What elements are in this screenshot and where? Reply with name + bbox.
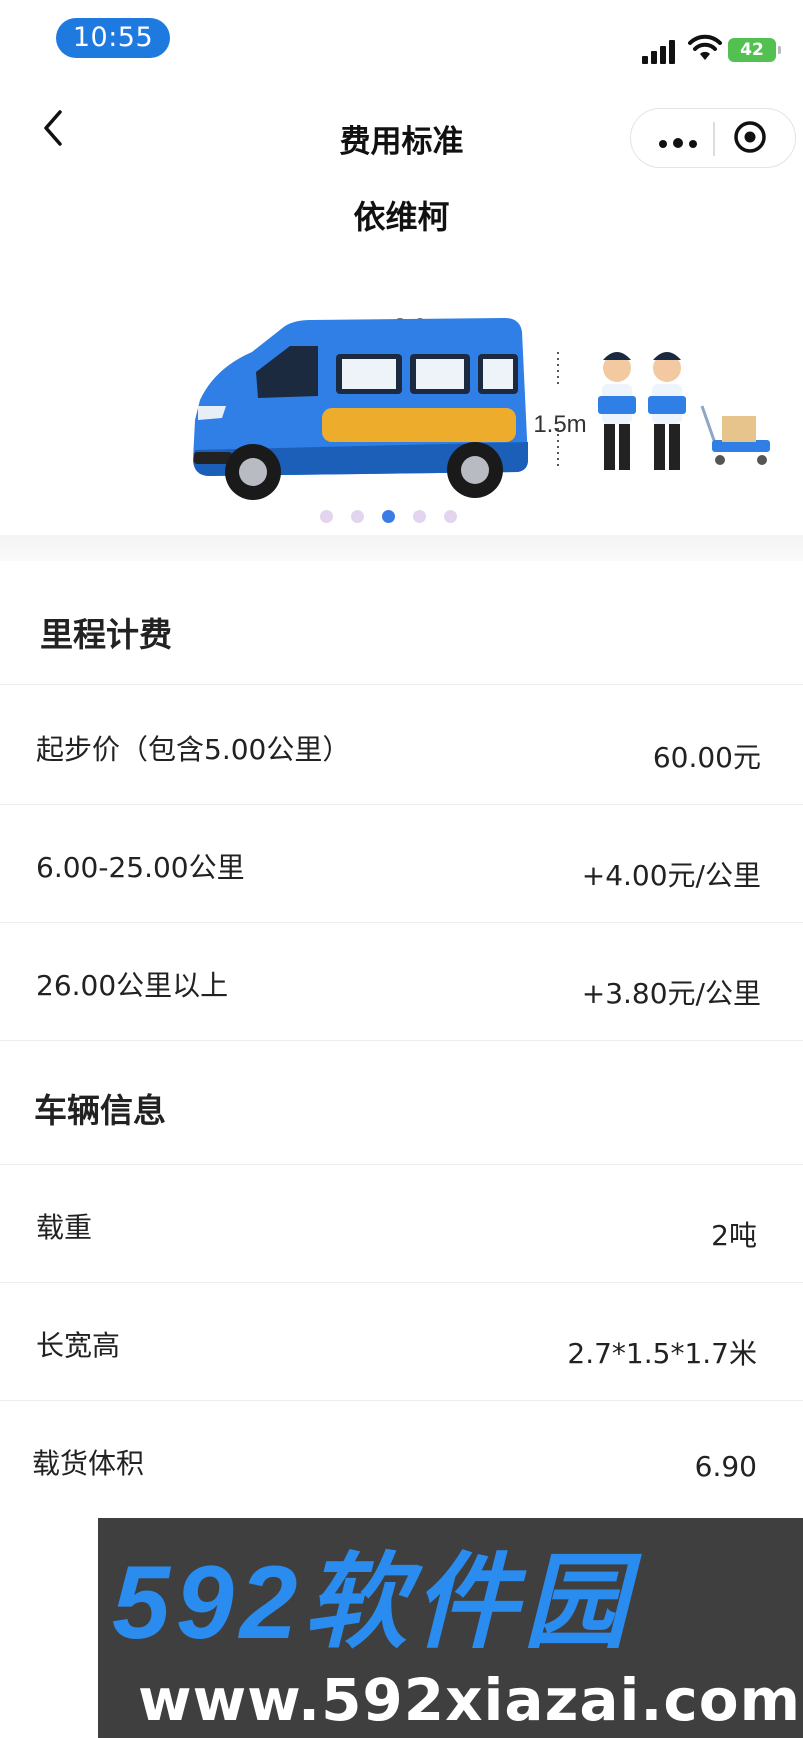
row-label: 载货体积 [32, 1447, 145, 1480]
price-row: 26.00公里以上 +3.80元/公里 [0, 924, 803, 1041]
vehicle-info-section-header: 车辆信息 [0, 1044, 803, 1165]
section-title: 里程计费 [40, 615, 172, 654]
status-time: 10:55 [56, 18, 170, 58]
carousel-dot[interactable] [444, 510, 457, 523]
info-row: 载货体积 6.90 [0, 1402, 803, 1518]
height-dimension-label: 1.5m [533, 411, 586, 438]
price-row: 6.00-25.00公里 +4.00元/公里 [0, 806, 803, 923]
wifi-icon [688, 34, 722, 60]
watermark-url: www.592xiazai.com [138, 1666, 802, 1734]
row-value: +3.80元/公里 [581, 977, 761, 1010]
row-value: 6.90 [694, 1450, 757, 1483]
row-label: 26.00公里以上 [36, 969, 229, 1002]
row-value: 60.00元 [652, 741, 761, 774]
row-value: +4.00元/公里 [581, 859, 761, 892]
row-label: 长宽高 [36, 1329, 121, 1362]
nav-bar: 费用标准 [0, 92, 803, 182]
carousel-dot[interactable] [413, 510, 426, 523]
status-bar: 10:55 42 [0, 0, 803, 80]
close-target-icon[interactable] [733, 120, 767, 154]
row-label: 6.00-25.00公里 [36, 851, 245, 884]
more-icon[interactable] [659, 133, 703, 152]
carousel-dot[interactable] [320, 510, 333, 523]
capsule-divider [713, 122, 715, 156]
carousel-dot[interactable] [351, 510, 364, 523]
row-value: 2.7*1.5*1.7米 [567, 1337, 757, 1370]
carousel-indicator[interactable] [320, 506, 475, 523]
watermark-title: 592软件园 [112, 1545, 643, 1660]
watermark-logo: 592软件园 [112, 1545, 643, 1660]
row-value: 2吨 [711, 1219, 757, 1252]
carousel-dot-active[interactable] [382, 510, 395, 523]
mini-program-capsule [630, 108, 796, 168]
row-label: 起步价（包含5.00公里） [36, 733, 351, 766]
info-row: 载重 2吨 [0, 1166, 803, 1283]
site-watermark: 592软件园 www.592xiazai.com [98, 1518, 803, 1738]
battery-icon: 42 [728, 38, 781, 62]
mileage-section-header: 里程计费 [0, 572, 803, 685]
info-row: 长宽高 2.7*1.5*1.7米 [0, 1284, 803, 1401]
row-label: 载重 [36, 1211, 93, 1244]
signal-icon [642, 36, 682, 64]
section-title: 车辆信息 [34, 1091, 166, 1130]
vehicle-name: 依维柯 [353, 198, 450, 236]
price-row: 起步价（包含5.00公里） 60.00元 [0, 688, 803, 805]
